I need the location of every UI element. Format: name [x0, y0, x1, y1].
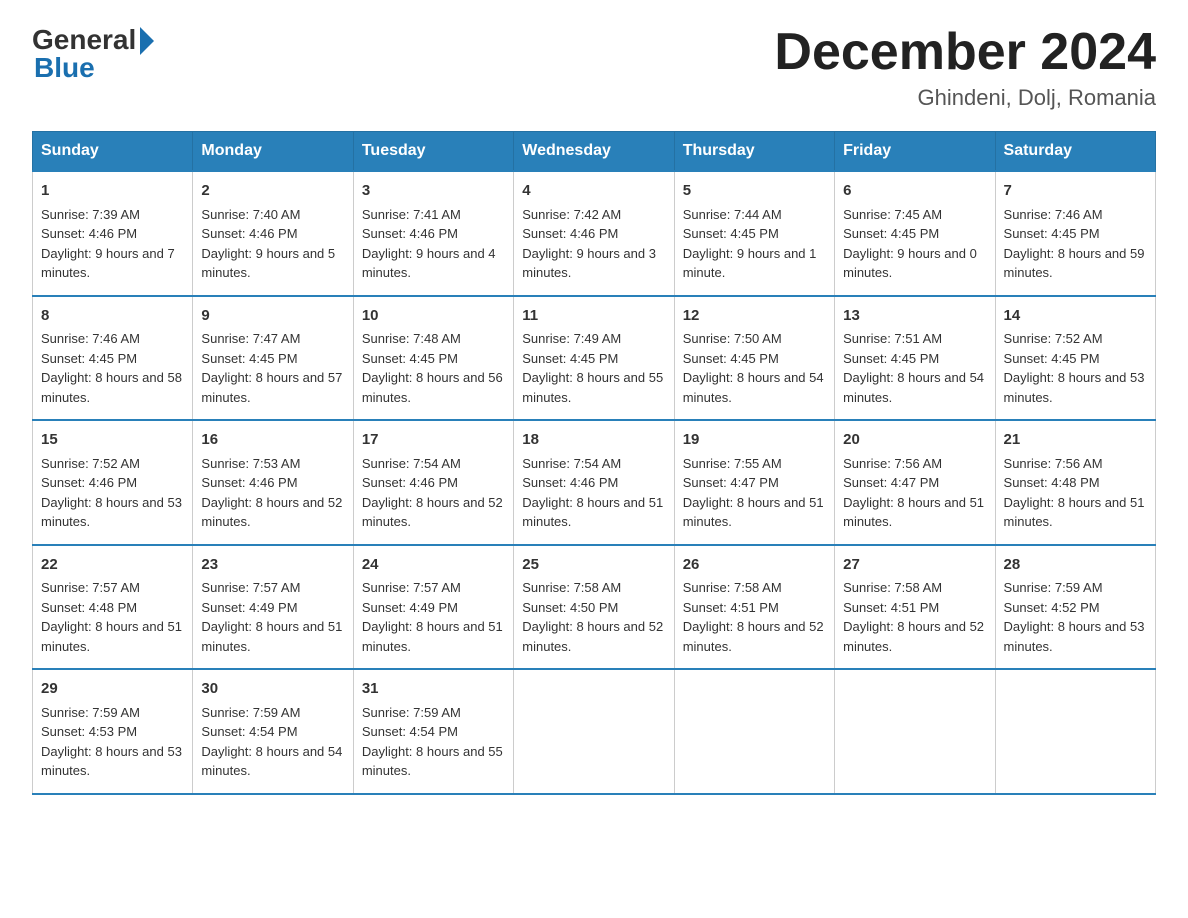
day-number: 26 [683, 554, 826, 577]
day-cell: 11Sunrise: 7:49 AMSunset: 4:45 PMDayligh… [514, 296, 674, 421]
day-cell: 26Sunrise: 7:58 AMSunset: 4:51 PMDayligh… [674, 545, 834, 670]
day-number: 27 [843, 554, 986, 577]
day-cell: 3Sunrise: 7:41 AMSunset: 4:46 PMDaylight… [353, 171, 513, 296]
header-cell-tuesday: Tuesday [353, 132, 513, 172]
day-number: 8 [41, 305, 184, 328]
day-number: 15 [41, 429, 184, 452]
day-number: 5 [683, 180, 826, 203]
week-row-5: 29Sunrise: 7:59 AMSunset: 4:53 PMDayligh… [33, 669, 1156, 794]
day-cell: 31Sunrise: 7:59 AMSunset: 4:54 PMDayligh… [353, 669, 513, 794]
day-number: 12 [683, 305, 826, 328]
day-number: 21 [1004, 429, 1147, 452]
day-cell: 21Sunrise: 7:56 AMSunset: 4:48 PMDayligh… [995, 420, 1155, 545]
day-cell [995, 669, 1155, 794]
day-cell: 13Sunrise: 7:51 AMSunset: 4:45 PMDayligh… [835, 296, 995, 421]
day-number: 30 [201, 678, 344, 701]
week-row-1: 1Sunrise: 7:39 AMSunset: 4:46 PMDaylight… [33, 171, 1156, 296]
day-cell: 30Sunrise: 7:59 AMSunset: 4:54 PMDayligh… [193, 669, 353, 794]
header-cell-saturday: Saturday [995, 132, 1155, 172]
day-number: 29 [41, 678, 184, 701]
week-row-4: 22Sunrise: 7:57 AMSunset: 4:48 PMDayligh… [33, 545, 1156, 670]
week-row-3: 15Sunrise: 7:52 AMSunset: 4:46 PMDayligh… [33, 420, 1156, 545]
logo-blue-text: Blue [34, 52, 95, 84]
day-cell: 15Sunrise: 7:52 AMSunset: 4:46 PMDayligh… [33, 420, 193, 545]
day-number: 25 [522, 554, 665, 577]
day-number: 2 [201, 180, 344, 203]
day-cell: 16Sunrise: 7:53 AMSunset: 4:46 PMDayligh… [193, 420, 353, 545]
calendar-table: SundayMondayTuesdayWednesdayThursdayFrid… [32, 131, 1156, 795]
day-cell: 2Sunrise: 7:40 AMSunset: 4:46 PMDaylight… [193, 171, 353, 296]
day-cell: 17Sunrise: 7:54 AMSunset: 4:46 PMDayligh… [353, 420, 513, 545]
header-cell-sunday: Sunday [33, 132, 193, 172]
day-number: 18 [522, 429, 665, 452]
day-number: 19 [683, 429, 826, 452]
day-cell: 19Sunrise: 7:55 AMSunset: 4:47 PMDayligh… [674, 420, 834, 545]
day-cell: 4Sunrise: 7:42 AMSunset: 4:46 PMDaylight… [514, 171, 674, 296]
day-cell: 7Sunrise: 7:46 AMSunset: 4:45 PMDaylight… [995, 171, 1155, 296]
day-cell: 1Sunrise: 7:39 AMSunset: 4:46 PMDaylight… [33, 171, 193, 296]
day-number: 23 [201, 554, 344, 577]
day-number: 31 [362, 678, 505, 701]
page-header: General Blue December 2024 Ghindeni, Dol… [32, 24, 1156, 111]
day-number: 11 [522, 305, 665, 328]
header-cell-wednesday: Wednesday [514, 132, 674, 172]
header-row: SundayMondayTuesdayWednesdayThursdayFrid… [33, 132, 1156, 172]
day-cell: 14Sunrise: 7:52 AMSunset: 4:45 PMDayligh… [995, 296, 1155, 421]
day-cell: 18Sunrise: 7:54 AMSunset: 4:46 PMDayligh… [514, 420, 674, 545]
logo: General Blue [32, 24, 154, 84]
day-cell [514, 669, 674, 794]
day-cell: 25Sunrise: 7:58 AMSunset: 4:50 PMDayligh… [514, 545, 674, 670]
day-number: 28 [1004, 554, 1147, 577]
day-cell: 24Sunrise: 7:57 AMSunset: 4:49 PMDayligh… [353, 545, 513, 670]
day-cell [835, 669, 995, 794]
day-number: 22 [41, 554, 184, 577]
week-row-2: 8Sunrise: 7:46 AMSunset: 4:45 PMDaylight… [33, 296, 1156, 421]
day-cell: 6Sunrise: 7:45 AMSunset: 4:45 PMDaylight… [835, 171, 995, 296]
day-number: 4 [522, 180, 665, 203]
day-cell: 12Sunrise: 7:50 AMSunset: 4:45 PMDayligh… [674, 296, 834, 421]
day-number: 16 [201, 429, 344, 452]
header-cell-friday: Friday [835, 132, 995, 172]
day-number: 20 [843, 429, 986, 452]
day-cell: 27Sunrise: 7:58 AMSunset: 4:51 PMDayligh… [835, 545, 995, 670]
day-number: 14 [1004, 305, 1147, 328]
day-cell: 8Sunrise: 7:46 AMSunset: 4:45 PMDaylight… [33, 296, 193, 421]
day-cell: 29Sunrise: 7:59 AMSunset: 4:53 PMDayligh… [33, 669, 193, 794]
day-number: 9 [201, 305, 344, 328]
day-number: 17 [362, 429, 505, 452]
day-cell: 9Sunrise: 7:47 AMSunset: 4:45 PMDaylight… [193, 296, 353, 421]
day-number: 6 [843, 180, 986, 203]
day-cell: 23Sunrise: 7:57 AMSunset: 4:49 PMDayligh… [193, 545, 353, 670]
day-number: 7 [1004, 180, 1147, 203]
header-cell-monday: Monday [193, 132, 353, 172]
logo-arrow-icon [140, 27, 154, 55]
day-number: 1 [41, 180, 184, 203]
day-cell [674, 669, 834, 794]
day-cell: 5Sunrise: 7:44 AMSunset: 4:45 PMDaylight… [674, 171, 834, 296]
day-number: 10 [362, 305, 505, 328]
header-cell-thursday: Thursday [674, 132, 834, 172]
day-cell: 22Sunrise: 7:57 AMSunset: 4:48 PMDayligh… [33, 545, 193, 670]
month-title: December 2024 [774, 24, 1156, 81]
day-number: 24 [362, 554, 505, 577]
title-block: December 2024 Ghindeni, Dolj, Romania [774, 24, 1156, 111]
location-text: Ghindeni, Dolj, Romania [774, 85, 1156, 111]
day-cell: 10Sunrise: 7:48 AMSunset: 4:45 PMDayligh… [353, 296, 513, 421]
day-number: 3 [362, 180, 505, 203]
day-number: 13 [843, 305, 986, 328]
day-cell: 20Sunrise: 7:56 AMSunset: 4:47 PMDayligh… [835, 420, 995, 545]
day-cell: 28Sunrise: 7:59 AMSunset: 4:52 PMDayligh… [995, 545, 1155, 670]
